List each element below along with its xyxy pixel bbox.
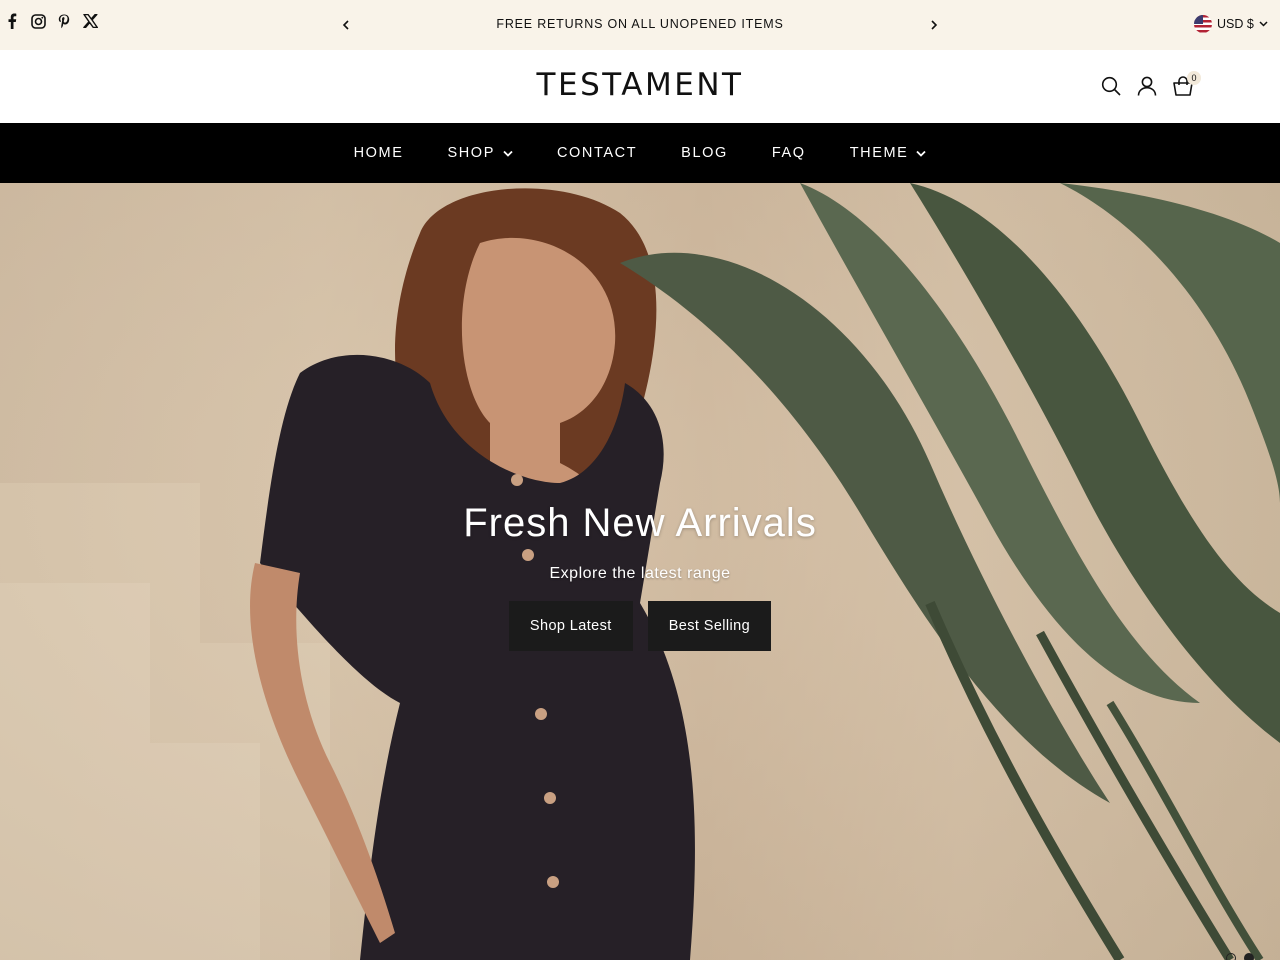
instagram-icon[interactable] <box>30 12 46 30</box>
social-links <box>4 12 98 30</box>
nav-item-label: SHOP <box>447 145 495 161</box>
chevron-down-icon <box>503 150 513 157</box>
account-icon[interactable] <box>1136 74 1158 98</box>
site-logo[interactable]: TESTAMENT <box>0 67 1280 103</box>
announcement-bar: FREE RETURNS ON ALL UNOPENED ITEMS USD $ <box>0 0 1280 50</box>
site-header: TESTAMENT 0 <box>0 50 1280 123</box>
nav-item-shop[interactable]: SHOP <box>425 145 535 161</box>
search-icon[interactable] <box>1100 74 1122 98</box>
hero-banner: Fresh New Arrivals Explore the latest ra… <box>0 183 1280 960</box>
currency-selector[interactable]: USD $ <box>1194 15 1268 33</box>
facebook-icon[interactable] <box>4 12 20 30</box>
nav-item-label: CONTACT <box>556 145 638 161</box>
nav-item-label: FAQ <box>771 145 806 161</box>
pinterest-icon[interactable] <box>56 12 72 30</box>
header-icons: 0 <box>1100 71 1201 98</box>
slide-dot-2[interactable] <box>1244 953 1254 960</box>
us-flag-icon <box>1194 15 1212 33</box>
slide-dot-1[interactable] <box>1226 953 1236 960</box>
slideshow-dots <box>1226 953 1254 960</box>
best-selling-button[interactable]: Best Selling <box>647 601 772 651</box>
cart-count-badge: 0 <box>1187 71 1201 85</box>
nav-item-contact[interactable]: CONTACT <box>535 145 659 161</box>
chevron-down-icon <box>1259 21 1268 27</box>
announcement-next-button[interactable] <box>926 16 942 34</box>
nav-item-faq[interactable]: FAQ <box>750 145 828 161</box>
nav-item-label: THEME <box>849 145 909 161</box>
hero-subtitle: Explore the latest range <box>549 565 731 582</box>
nav-item-theme[interactable]: THEME <box>828 145 949 161</box>
chevron-left-icon <box>342 20 349 30</box>
announcement-text: FREE RETURNS ON ALL UNOPENED ITEMS <box>496 17 784 31</box>
nav-item-label: HOME <box>353 145 404 161</box>
chevron-right-icon <box>931 20 938 30</box>
chevron-down-icon <box>916 150 927 157</box>
announcement-prev-button[interactable] <box>338 16 354 34</box>
x-icon[interactable] <box>82 12 98 30</box>
hero-title: Fresh New Arrivals <box>463 501 817 545</box>
cart-icon[interactable]: 0 <box>1172 71 1201 98</box>
hero-buttons: Shop Latest Best Selling <box>0 601 1280 651</box>
main-navigation: HOME SHOP CONTACT BLOG FAQ THEME <box>0 123 1280 183</box>
currency-label: USD $ <box>1217 17 1254 31</box>
nav-item-blog[interactable]: BLOG <box>659 145 750 161</box>
nav-item-label: BLOG <box>681 145 728 161</box>
nav-item-home[interactable]: HOME <box>332 145 426 161</box>
shop-latest-button[interactable]: Shop Latest <box>508 601 633 651</box>
